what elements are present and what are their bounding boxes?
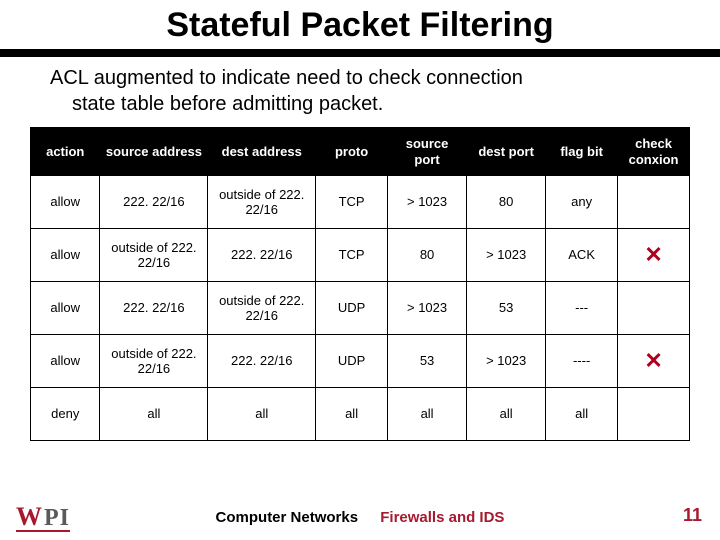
cell-saddr: all [100, 388, 208, 441]
cell-sport: 53 [388, 335, 467, 388]
check-x-icon: ✕ [644, 348, 662, 373]
cell-action: allow [31, 176, 100, 229]
footer-topic: Firewalls and IDS [380, 509, 504, 526]
footer: W PI Computer Networks Firewalls and IDS… [0, 498, 720, 530]
col-source-port: source port [388, 128, 467, 176]
table-row: allowoutside of 222. 22/16222. 22/16UDP5… [31, 335, 690, 388]
cell-dport: 53 [467, 282, 546, 335]
col-check-conxion: check conxion [618, 128, 690, 176]
title-rule [0, 49, 720, 57]
col-dest-address: dest address [208, 128, 316, 176]
cell-check [618, 176, 690, 229]
cell-daddr: outside of 222. 22/16 [208, 282, 316, 335]
table-row: denyallallallallallall [31, 388, 690, 441]
cell-dport: > 1023 [467, 335, 546, 388]
cell-proto: UDP [316, 282, 388, 335]
cell-action: allow [31, 282, 100, 335]
cell-sport: 80 [388, 229, 467, 282]
cell-check: ✕ [618, 229, 690, 282]
table-row: allowoutside of 222. 22/16222. 22/16TCP8… [31, 229, 690, 282]
cell-dport: all [467, 388, 546, 441]
title-wrap: Stateful Packet Filtering [0, 0, 720, 47]
cell-flag: --- [546, 282, 618, 335]
cell-proto: TCP [316, 229, 388, 282]
cell-flag: ACK [546, 229, 618, 282]
cell-daddr: 222. 22/16 [208, 229, 316, 282]
cell-check [618, 388, 690, 441]
subtitle: ACL augmented to indicate need to check … [0, 65, 720, 117]
acl-table-body: allow222. 22/16outside of 222. 22/16TCP>… [31, 176, 690, 441]
cell-proto: all [316, 388, 388, 441]
cell-dport: 80 [467, 176, 546, 229]
cell-check [618, 282, 690, 335]
cell-saddr: outside of 222. 22/16 [100, 335, 208, 388]
cell-flag: any [546, 176, 618, 229]
footer-center: Computer Networks Firewalls and IDS [0, 509, 720, 526]
cell-sport: > 1023 [388, 282, 467, 335]
col-dest-port: dest port [467, 128, 546, 176]
footer-course: Computer Networks [216, 509, 359, 526]
cell-flag: all [546, 388, 618, 441]
table-row: allow222. 22/16outside of 222. 22/16TCP>… [31, 176, 690, 229]
cell-daddr: outside of 222. 22/16 [208, 176, 316, 229]
acl-table: action source address dest address proto… [30, 127, 690, 441]
cell-action: deny [31, 388, 100, 441]
cell-proto: TCP [316, 176, 388, 229]
page-title: Stateful Packet Filtering [0, 6, 720, 45]
col-proto: proto [316, 128, 388, 176]
col-action: action [31, 128, 100, 176]
logo-underline [16, 530, 70, 532]
col-flag-bit: flag bit [546, 128, 618, 176]
cell-sport: all [388, 388, 467, 441]
cell-saddr: 222. 22/16 [100, 176, 208, 229]
table-row: allow222. 22/16outside of 222. 22/16UDP>… [31, 282, 690, 335]
table-header-row: action source address dest address proto… [31, 128, 690, 176]
cell-action: allow [31, 229, 100, 282]
cell-daddr: 222. 22/16 [208, 335, 316, 388]
cell-action: allow [31, 335, 100, 388]
cell-sport: > 1023 [388, 176, 467, 229]
cell-proto: UDP [316, 335, 388, 388]
col-source-address: source address [100, 128, 208, 176]
page-number: 11 [683, 505, 702, 526]
cell-daddr: all [208, 388, 316, 441]
check-x-icon: ✕ [644, 242, 662, 267]
cell-check: ✕ [618, 335, 690, 388]
slide: Stateful Packet Filtering ACL augmented … [0, 0, 720, 540]
cell-flag: ---- [546, 335, 618, 388]
cell-saddr: outside of 222. 22/16 [100, 229, 208, 282]
subtitle-line-1: ACL augmented to indicate need to check … [50, 67, 523, 89]
subtitle-line-2: state table before admitting packet. [50, 91, 680, 117]
cell-dport: > 1023 [467, 229, 546, 282]
cell-saddr: 222. 22/16 [100, 282, 208, 335]
